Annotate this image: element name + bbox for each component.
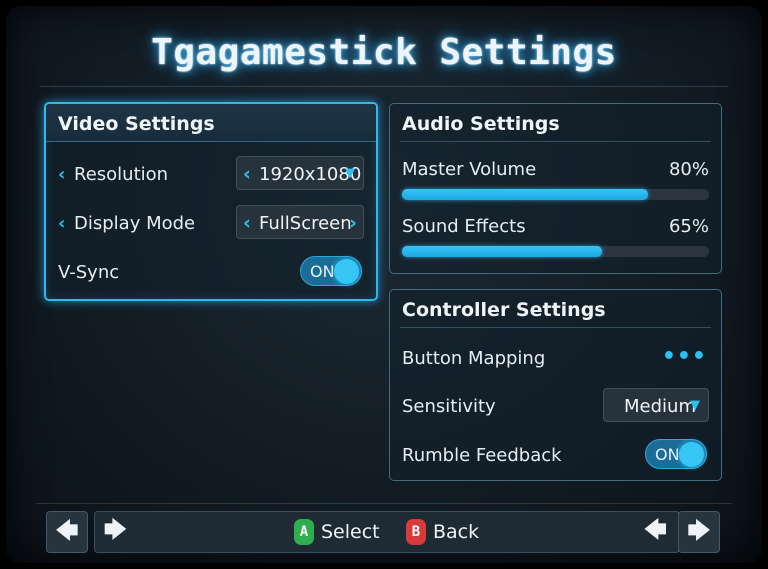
display-mode-selector[interactable]: ‹ FullScreen › bbox=[236, 205, 364, 239]
caret-down-icon[interactable]: ▼ bbox=[345, 166, 355, 181]
sound-effects-slider[interactable]: Sound Effects 65% bbox=[402, 216, 709, 266]
master-volume-value: 80% bbox=[668, 159, 709, 180]
controller-settings-heading: Controller Settings bbox=[400, 290, 711, 328]
arrow-left-icon[interactable]: 🡄 bbox=[644, 511, 667, 553]
chevron-left-icon[interactable]: ‹ bbox=[243, 163, 251, 185]
caret-down-icon[interactable]: ▼ bbox=[690, 398, 700, 413]
arrow-right-icon[interactable]: 🡆 bbox=[678, 511, 720, 553]
rumble-feedback-row[interactable]: Rumble Feedback ON bbox=[402, 437, 709, 473]
sound-effects-label: Sound Effects bbox=[402, 216, 526, 237]
rumble-feedback-label: Rumble Feedback bbox=[402, 445, 562, 466]
b-button-icon: B bbox=[406, 519, 426, 545]
video-settings-panel[interactable]: Video Settings ‹ Resolution ‹ 1920x1080 … bbox=[44, 102, 378, 301]
arrow-right-icon[interactable]: 🡆 bbox=[104, 511, 127, 553]
rumble-state: ON bbox=[655, 445, 680, 464]
audio-settings-heading: Audio Settings bbox=[400, 104, 711, 142]
sensitivity-row[interactable]: Sensitivity Medium ▼ bbox=[402, 388, 709, 424]
footer-divider bbox=[36, 503, 732, 504]
select-label: Select bbox=[321, 521, 380, 543]
sound-effects-fill bbox=[402, 246, 602, 257]
arrow-left-icon[interactable]: 🡄 bbox=[46, 511, 88, 553]
rumble-toggle[interactable]: ON bbox=[645, 439, 707, 469]
toggle-knob bbox=[334, 259, 359, 284]
chevron-right-icon[interactable]: › bbox=[349, 212, 357, 234]
controller-settings-panel[interactable]: Controller Settings Button Mapping ••• S… bbox=[389, 289, 722, 481]
master-volume-slider[interactable]: Master Volume 80% bbox=[402, 159, 709, 209]
video-settings-heading: Video Settings bbox=[46, 104, 376, 142]
button-mapping-label: Button Mapping bbox=[402, 348, 546, 369]
chevron-left-icon[interactable]: ‹ bbox=[243, 212, 251, 234]
audio-settings-panel[interactable]: Audio Settings Master Volume 80% Sound E… bbox=[389, 103, 722, 274]
display-mode-label: Display Mode bbox=[74, 213, 196, 234]
master-volume-fill bbox=[402, 189, 648, 200]
toggle-knob bbox=[679, 442, 704, 467]
page-title: Tgagamestick Settings bbox=[151, 32, 617, 73]
resolution-row[interactable]: ‹ Resolution ‹ 1920x1080 ▼ bbox=[58, 156, 364, 192]
button-mapping-row[interactable]: Button Mapping ••• bbox=[402, 340, 709, 376]
back-label: Back bbox=[433, 521, 480, 543]
master-volume-track[interactable] bbox=[402, 189, 709, 200]
master-volume-label: Master Volume bbox=[402, 159, 537, 180]
chevron-left-icon[interactable]: ‹ bbox=[58, 164, 65, 185]
title-divider bbox=[40, 86, 728, 87]
sound-effects-track[interactable] bbox=[402, 246, 709, 257]
sensitivity-dropdown[interactable]: Medium ▼ bbox=[603, 388, 709, 422]
settings-screen: Tgagamestick Settings Video Settings ‹ R… bbox=[6, 6, 762, 563]
vsync-row[interactable]: V-Sync ON bbox=[58, 254, 364, 290]
vsync-label: V-Sync bbox=[58, 262, 120, 283]
vsync-toggle[interactable]: ON bbox=[300, 256, 362, 286]
display-mode-value: FullScreen bbox=[259, 213, 352, 234]
display-mode-row[interactable]: ‹ Display Mode ‹ FullScreen › bbox=[58, 205, 364, 241]
sound-effects-value: 65% bbox=[668, 216, 709, 237]
more-options-icon[interactable]: ••• bbox=[662, 344, 707, 369]
resolution-dropdown[interactable]: ‹ 1920x1080 ▼ bbox=[236, 156, 364, 190]
sensitivity-label: Sensitivity bbox=[402, 396, 496, 417]
footer-bar bbox=[94, 511, 680, 553]
sensitivity-value: Medium bbox=[624, 396, 696, 417]
vsync-state: ON bbox=[310, 262, 335, 281]
chevron-left-icon[interactable]: ‹ bbox=[58, 213, 65, 234]
resolution-label: Resolution bbox=[74, 164, 169, 185]
a-button-icon: A bbox=[294, 519, 314, 545]
